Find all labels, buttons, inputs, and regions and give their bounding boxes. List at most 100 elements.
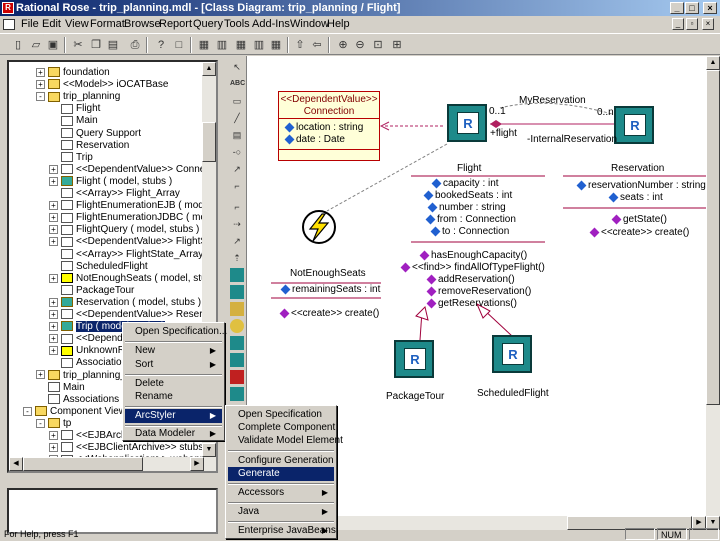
save-icon[interactable]: ▣ bbox=[45, 37, 61, 53]
flight-operation[interactable]: getReservations() bbox=[426, 298, 517, 309]
flight-operation[interactable]: removeReservation() bbox=[426, 286, 531, 297]
menu-item-delete[interactable]: Delete bbox=[125, 377, 222, 391]
browser-tree-item[interactable]: + FlightEnumerationEJB ( model ) bbox=[49, 199, 216, 212]
browser-horizontal-scrollbar[interactable]: ◀ ▶ bbox=[9, 457, 204, 471]
flight-attribute[interactable]: number : string bbox=[427, 202, 506, 213]
expand-icon[interactable]: + bbox=[49, 200, 58, 210]
menu-item-arcstyler[interactable]: ArcStyler ▶ bbox=[125, 409, 222, 423]
menu-item-generate[interactable]: Generate bbox=[228, 467, 334, 481]
menu-item-new[interactable]: New ▶ bbox=[125, 344, 222, 358]
browser-tree-item[interactable]: + Flight ( model, stubs ) bbox=[49, 175, 172, 188]
expand-icon[interactable]: + bbox=[36, 67, 45, 77]
flight-operation[interactable]: addReservation() bbox=[426, 274, 515, 285]
menu-help[interactable]: Help bbox=[327, 16, 350, 33]
browser-scroll-thumb[interactable] bbox=[202, 122, 216, 162]
web-module-icon[interactable] bbox=[230, 387, 244, 401]
association-class-icon[interactable]: ⌐ bbox=[230, 179, 244, 193]
menu-item-validate-model-element[interactable]: Validate Model Element bbox=[228, 434, 343, 448]
browser-tree-item[interactable]: ScheduledFlight bbox=[49, 260, 148, 273]
expand-icon[interactable]: + bbox=[49, 237, 58, 247]
reservation-operation[interactable]: getState() bbox=[611, 214, 667, 225]
jsp-icon[interactable] bbox=[230, 302, 244, 316]
document-icon[interactable] bbox=[3, 19, 15, 30]
menu-query[interactable]: Query bbox=[193, 16, 223, 33]
session-bean-icon[interactable] bbox=[230, 353, 244, 367]
unidirectional-association-icon[interactable]: ↗ bbox=[230, 162, 244, 176]
maximize-icon[interactable]: □ bbox=[685, 2, 699, 14]
flight-class-name[interactable]: Flight bbox=[457, 163, 481, 174]
browser-tree-item[interactable]: + foundation bbox=[36, 66, 110, 79]
scroll-down-icon[interactable]: ▼ bbox=[202, 443, 216, 457]
back-icon[interactable]: ⇦ bbox=[309, 37, 325, 53]
browser-tree-item[interactable]: <<Array>> FlightState_Array bbox=[49, 248, 203, 261]
browse-previous-icon[interactable]: ⇧ bbox=[292, 37, 308, 53]
browser-tree-item[interactable]: Reservation bbox=[49, 139, 129, 152]
expand-icon[interactable]: + bbox=[36, 79, 45, 89]
new-icon[interactable]: ▯ bbox=[10, 37, 26, 53]
browser-tree-item[interactable]: - tp bbox=[36, 417, 71, 430]
packagetour-class-name[interactable]: PackageTour bbox=[386, 391, 444, 402]
package-icon[interactable]: ⌐ bbox=[230, 200, 244, 214]
diagram-vscroll-thumb[interactable] bbox=[706, 70, 720, 405]
context-help-icon[interactable]: ? bbox=[153, 37, 169, 53]
scheduledflight-ejb-icon[interactable]: R bbox=[492, 335, 532, 373]
fit-in-window-icon[interactable]: ⊡ bbox=[370, 37, 386, 53]
menu-item-complete-component[interactable]: Complete Component bbox=[228, 421, 335, 435]
expand-icon[interactable]: + bbox=[49, 273, 58, 283]
cut-icon[interactable]: ✂ bbox=[70, 37, 86, 53]
notenoughseats-attribute[interactable]: remainingSeats : int bbox=[280, 284, 380, 295]
browse-interaction-icon[interactable]: ▥ bbox=[214, 37, 230, 53]
servlet-icon[interactable] bbox=[230, 285, 244, 299]
reservation-ejb-icon[interactable]: R bbox=[614, 106, 654, 144]
scroll-right-icon[interactable]: ▶ bbox=[190, 457, 204, 471]
menu-item-data-modeler[interactable]: Data Modeler ▶ bbox=[125, 427, 222, 441]
close-icon[interactable]: × bbox=[703, 2, 717, 14]
ejb-icon[interactable] bbox=[230, 268, 244, 282]
flight-operation[interactable]: <<find>> findAllOfTypeFlight() bbox=[400, 262, 545, 273]
expand-icon[interactable]: + bbox=[49, 346, 58, 356]
expand-icon[interactable]: + bbox=[49, 442, 58, 452]
flight-ejb-icon[interactable]: R bbox=[447, 104, 487, 142]
browse-deployment-icon[interactable]: ▥ bbox=[251, 37, 267, 53]
zoom-out-icon[interactable]: ⊖ bbox=[352, 37, 368, 53]
note-icon[interactable]: ▭ bbox=[230, 94, 244, 108]
menu-item-open-specification[interactable]: Open Specification bbox=[228, 408, 334, 422]
browse-class-icon[interactable]: ▦ bbox=[196, 37, 212, 53]
child-restore-icon[interactable]: ▫ bbox=[686, 18, 698, 30]
menu-item-java[interactable]: Java ▶ bbox=[228, 505, 334, 519]
diagram-vertical-scrollbar[interactable]: ▲ ▼ bbox=[706, 56, 720, 530]
browser-tree-item[interactable]: + <<DependentValue>> FlightState ( mo bbox=[49, 235, 216, 248]
expand-icon[interactable]: + bbox=[49, 213, 58, 223]
collapse-icon[interactable]: - bbox=[36, 418, 45, 428]
browser-tree-item[interactable]: - Component View bbox=[23, 405, 126, 418]
menu-tools[interactable]: Tools bbox=[224, 16, 250, 33]
browse-parent-icon[interactable]: ▦ bbox=[268, 37, 284, 53]
interface-icon[interactable]: -○ bbox=[230, 145, 244, 159]
view-doc-icon[interactable]: □ bbox=[171, 37, 187, 53]
dependency-icon[interactable]: ⇢ bbox=[230, 217, 244, 231]
browser-tree-item[interactable]: + <<DependentValue>> ReservationSta bbox=[49, 308, 216, 321]
flight-operation[interactable]: hasEnoughCapacity() bbox=[419, 250, 527, 261]
menu-item-open-specification[interactable]: Open Specification... bbox=[125, 325, 227, 339]
connection-class-box[interactable]: <<DependentValue>> Connection location :… bbox=[278, 91, 380, 161]
title-bar[interactable]: R Rational Rose - trip_planning.mdl - [C… bbox=[0, 0, 720, 16]
scheduledflight-class-name[interactable]: ScheduledFlight bbox=[477, 388, 549, 399]
browser-tree-item[interactable]: Main bbox=[49, 114, 98, 127]
component-icon[interactable] bbox=[230, 319, 244, 333]
browser-tree-item[interactable]: Associations bbox=[49, 356, 132, 369]
menu-window[interactable]: Window bbox=[290, 16, 329, 33]
menu-view[interactable]: View bbox=[65, 16, 89, 33]
browser-tree-item[interactable]: Main bbox=[36, 381, 85, 394]
text-box-icon[interactable]: ABC bbox=[230, 77, 245, 91]
flight-attribute[interactable]: bookedSeats : int bbox=[423, 190, 512, 201]
connection-attribute[interactable]: date : Date bbox=[279, 134, 379, 146]
browser-hscroll-thumb[interactable] bbox=[23, 457, 143, 471]
browser-tree-item[interactable]: <<Array>> Flight_Array bbox=[49, 187, 180, 200]
scroll-left-icon[interactable]: ◀ bbox=[9, 457, 23, 471]
reservation-operation[interactable]: <<create>> create() bbox=[589, 227, 689, 238]
packagetour-ejb-icon[interactable]: R bbox=[394, 340, 434, 378]
reservation-attribute[interactable]: seats : int bbox=[608, 192, 663, 203]
browser-tree-item[interactable]: - trip_planning bbox=[36, 90, 120, 103]
print-icon[interactable]: ⎙ bbox=[127, 37, 143, 53]
browser-tree-item[interactable]: + FlightQuery ( model, stubs ) bbox=[49, 223, 199, 236]
